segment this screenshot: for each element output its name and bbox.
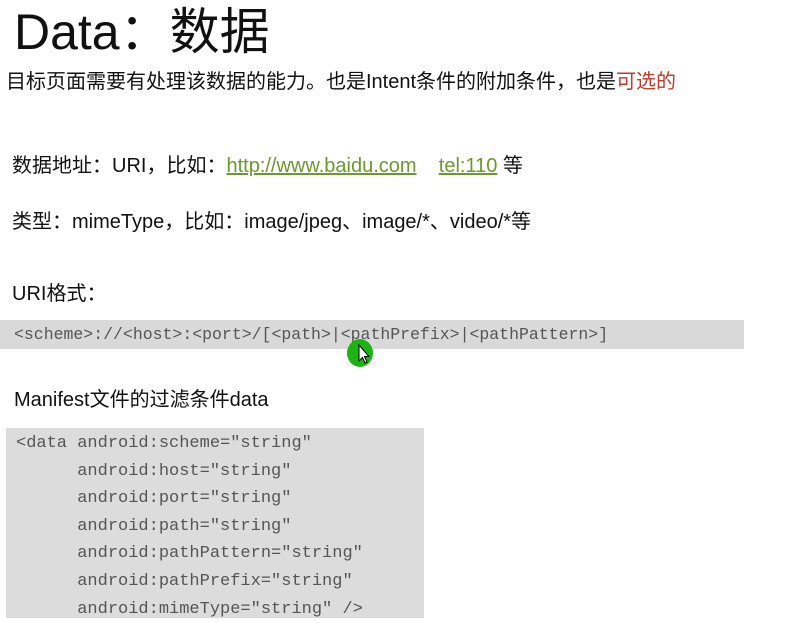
manifest-label: Manifest文件的过滤条件data: [14, 389, 269, 411]
manifest-code-block: <data android:scheme="string" android:ho…: [6, 428, 424, 619]
intro-main: 目标页面需要有处理该数据的能力。也是Intent条件的附加条件，也是: [6, 71, 617, 93]
code-line: android:host="string": [16, 461, 292, 481]
page-title: Data：数据: [14, 4, 270, 60]
address-label: 数据地址：URI，比如：: [12, 155, 227, 177]
code-line: <data android:scheme="string": [16, 434, 312, 453]
address-suffix: 等: [497, 155, 523, 177]
type-line: 类型：mimeType，比如：image/jpeg、image/*、video/…: [12, 211, 532, 233]
code-line: android:pathPattern="string": [16, 544, 363, 564]
baidu-link[interactable]: http://www.baidu.com: [226, 155, 416, 177]
mouse-cursor-icon: [347, 339, 373, 367]
uri-format-label: URI格式：: [12, 283, 107, 305]
intro-highlight: 可选的: [616, 71, 677, 93]
intro-text: 目标页面需要有处理该数据的能力。也是Intent条件的附加条件，也是可选的: [6, 68, 676, 96]
code-line: android:port="string": [16, 489, 292, 509]
data-address-line: 数据地址：URI，比如：http://www.baidu.com tel:110…: [12, 152, 523, 180]
code-line: android:pathPrefix="string": [16, 571, 353, 591]
code-line: android:path="string": [16, 516, 292, 536]
code-line: android:mimeType="string" />: [16, 599, 363, 619]
tel-link[interactable]: tel:110: [439, 155, 498, 177]
